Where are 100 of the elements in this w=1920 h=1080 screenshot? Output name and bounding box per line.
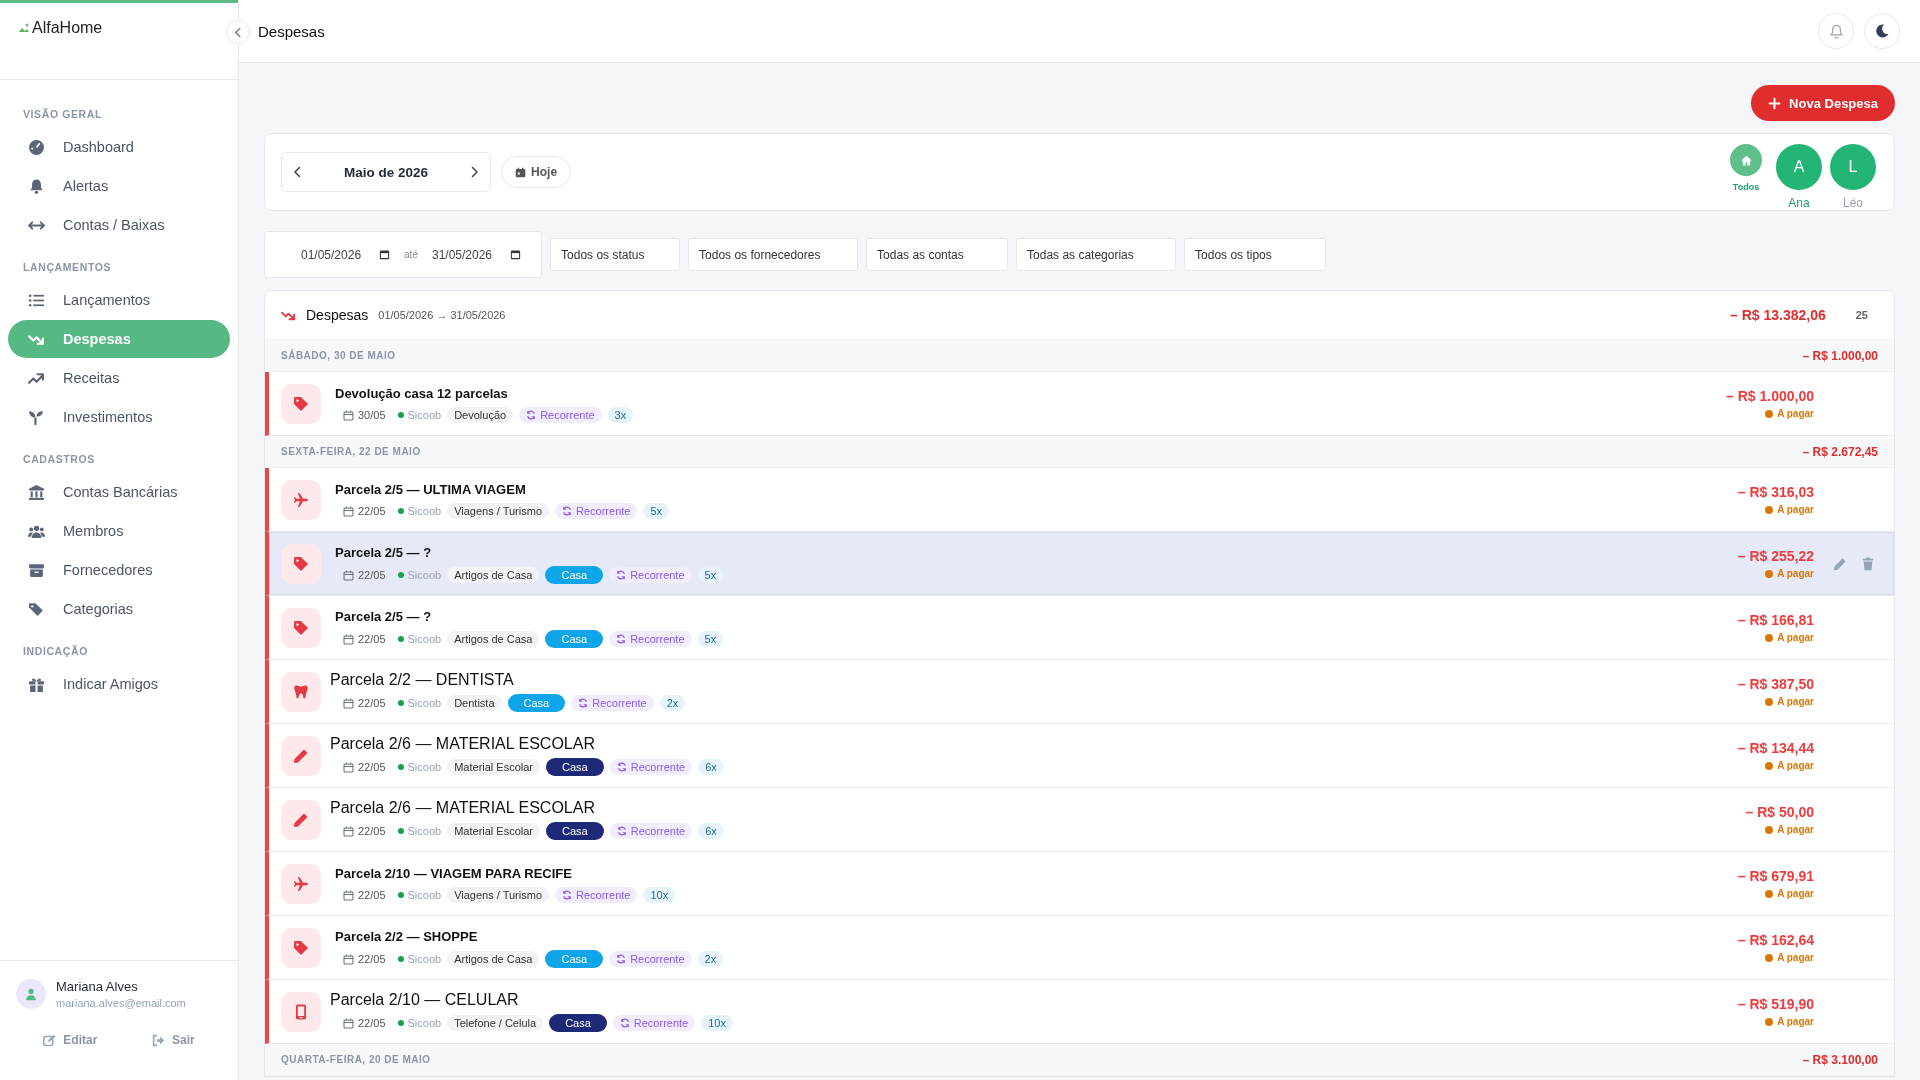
expense-amount: – R$ 134,44 bbox=[1737, 740, 1814, 756]
expense-row[interactable]: Parcela 2/5 — ? 22/05 Sicoob Artigos de Casa Casa Recorrente 5x – R$ 255,22 A pagar bbox=[265, 532, 1894, 596]
recurring-tag: Recorrente bbox=[609, 823, 693, 839]
calendar-icon bbox=[510, 249, 522, 260]
person-icon bbox=[24, 987, 38, 1001]
recurring-tag: Recorrente bbox=[609, 759, 693, 775]
nav-item[interactable]: Contas / Baixas bbox=[8, 206, 230, 244]
nav-item[interactable]: Receitas bbox=[8, 359, 230, 397]
edit-button[interactable] bbox=[1833, 556, 1847, 571]
expense-row[interactable]: Parcela 2/2 — SHOPPE 22/05 Sicoob Artigos de Casa Casa Recorrente 2x – R$ 162,64 A pagar bbox=[265, 916, 1894, 980]
expense-row[interactable]: Parcela 2/2 — DENTISTA 22/05 Sicoob Dentista Casa Recorrente 2x – R$ 387,50 A pagar bbox=[265, 660, 1894, 724]
chevron-left-icon bbox=[232, 26, 244, 38]
account-label: Sicoob bbox=[397, 953, 442, 965]
due-date: 22/05 bbox=[343, 889, 386, 901]
recurring-tag: Recorrente bbox=[519, 407, 602, 423]
filter-select[interactable]: Todos os status bbox=[550, 238, 681, 271]
calendar-icon bbox=[343, 505, 354, 517]
new-expense-button[interactable]: Nova Despesa bbox=[1751, 85, 1895, 121]
calendar-icon bbox=[343, 633, 354, 645]
plane-icon bbox=[293, 491, 309, 508]
nav-item[interactable]: Contas Bancárias bbox=[8, 473, 230, 511]
collapse-button[interactable] bbox=[226, 20, 250, 44]
sync-icon bbox=[619, 1018, 630, 1028]
expense-title: Devolução casa 12 parcelas bbox=[335, 386, 508, 401]
status-label: A pagar bbox=[1765, 952, 1814, 963]
nav-item[interactable]: Fornecedores bbox=[8, 551, 230, 589]
member-tag: Casa bbox=[546, 822, 604, 840]
notifications-button[interactable] bbox=[1818, 13, 1854, 49]
account-label: Sicoob bbox=[397, 825, 442, 837]
bell-icon bbox=[1828, 23, 1844, 39]
expense-row[interactable]: Parcela 2/6 — MATERIAL ESCOLAR 22/05 Sicoob Material Escolar Casa Recorrente 6x – R$ 134,44 A pagar bbox=[265, 724, 1894, 788]
category-tag: Material Escolar bbox=[447, 759, 541, 775]
nav-item[interactable]: Investimentos bbox=[8, 398, 230, 436]
today-button[interactable]: Hoje bbox=[501, 156, 572, 188]
sync-icon bbox=[616, 762, 627, 772]
pencil-icon bbox=[293, 811, 309, 828]
expense-row[interactable]: Devolução casa 12 parcelas 30/05 Sicoob Devolução Recorrente 3x – R$ 1.000,00 A pagar bbox=[265, 372, 1894, 436]
calendar-icon bbox=[343, 697, 354, 709]
month-label: Maio de 2026 bbox=[344, 164, 429, 180]
member-tag: Casa bbox=[549, 1014, 607, 1032]
expense-amount: – R$ 316,03 bbox=[1737, 484, 1814, 500]
tag-icon bbox=[293, 555, 309, 572]
installments-tag: 5x bbox=[697, 567, 724, 583]
recurring-tag: Recorrente bbox=[612, 1015, 696, 1031]
sync-icon bbox=[562, 890, 572, 900]
logout-icon bbox=[151, 1033, 165, 1047]
expense-row[interactable]: Parcela 2/5 — ULTIMA VIAGEM 22/05 Sicoob Viagens / Turismo Recorrente 5x – R$ 316,03 A pagar bbox=[265, 468, 1894, 532]
member-tag: Casa bbox=[546, 758, 604, 776]
installments-tag: 2x bbox=[697, 951, 724, 967]
filter-select[interactable]: Todos os tipos bbox=[1184, 238, 1327, 271]
recurring-tag: Recorrente bbox=[571, 695, 654, 711]
installments-tag: 2x bbox=[659, 695, 686, 711]
expense-row[interactable]: Parcela 2/5 — ? 22/05 Sicoob Artigos de Casa Casa Recorrente 5x – R$ 166,81 A pagar bbox=[265, 596, 1894, 660]
recurring-tag: Recorrente bbox=[609, 631, 692, 647]
date-separator: até bbox=[404, 249, 418, 260]
expense-title: Parcela 2/5 — ULTIMA VIAGEM bbox=[335, 482, 526, 497]
date-range-field[interactable]: 01/05/2026 até 31/05/2026 bbox=[264, 231, 543, 278]
sync-icon bbox=[562, 506, 572, 516]
nav-item[interactable]: Indicar Amigos bbox=[8, 665, 230, 703]
section-title: LANÇAMENTOS bbox=[22, 260, 113, 275]
expense-row[interactable]: Parcela 2/10 — CELULAR 22/05 Sicoob Telefone / Celula Casa Recorrente 10x – R$ 519,90 A pagar bbox=[265, 980, 1894, 1044]
nav-item[interactable]: Dashboard bbox=[8, 128, 230, 166]
due-date: 22/05 bbox=[343, 697, 386, 709]
date-range: 01/05/2026 → 31/05/2026 bbox=[378, 309, 506, 321]
status-label: A pagar bbox=[1765, 888, 1814, 899]
category-tag: Devolução bbox=[447, 407, 514, 423]
member-label: Léo bbox=[1843, 196, 1863, 210]
delete-button[interactable] bbox=[1861, 556, 1875, 571]
filter-select[interactable]: Todas as contas bbox=[866, 238, 1009, 271]
start-date: 01/05/2026 bbox=[301, 247, 391, 262]
expense-amount: – R$ 387,50 bbox=[1737, 676, 1814, 692]
due-date: 22/05 bbox=[343, 1017, 386, 1029]
category-tag: Material Escolar bbox=[447, 823, 541, 839]
calendar-icon bbox=[343, 569, 354, 581]
nav-item[interactable]: Lançamentos bbox=[8, 281, 230, 319]
theme-toggle[interactable] bbox=[1864, 13, 1900, 49]
nav-item[interactable]: Categorias bbox=[8, 590, 230, 628]
recurring-tag: Recorrente bbox=[609, 951, 692, 967]
filter-select[interactable]: Todos os fornecedores bbox=[688, 238, 859, 271]
sync-icon bbox=[616, 954, 627, 964]
expense-title: Parcela 2/10 — VIAGEM PARA RECIFE bbox=[335, 866, 572, 881]
item-count: 25 bbox=[1855, 309, 1868, 321]
filter-select[interactable]: Todas as categorias bbox=[1016, 238, 1177, 271]
expense-title: Parcela 2/2 — DENTISTA bbox=[330, 671, 514, 689]
category-tag: Artigos de Casa bbox=[447, 567, 540, 583]
status-label: A pagar bbox=[1765, 696, 1814, 707]
tags-icon bbox=[28, 600, 45, 618]
expense-row[interactable]: Parcela 2/10 — VIAGEM PARA RECIFE 22/05 Sicoob Viagens / Turismo Recorrente 10x – R$ 679,91 A pagar bbox=[265, 852, 1894, 916]
calendar-icon bbox=[343, 889, 354, 901]
account-label: Sicoob bbox=[397, 761, 442, 773]
calendar-icon bbox=[343, 409, 354, 421]
nav-item[interactable]: Alertas bbox=[8, 167, 230, 205]
list-title: Despesas bbox=[306, 307, 369, 323]
expense-row[interactable]: Parcela 2/6 — MATERIAL ESCOLAR 22/05 Sicoob Material Escolar Casa Recorrente 6x – R$ 50,00 A pagar bbox=[265, 788, 1894, 852]
day-header: SÁBADO, 30 DE MAIO bbox=[281, 350, 396, 361]
pencil-icon bbox=[293, 747, 309, 764]
nav-item[interactable]: Membros bbox=[8, 512, 230, 550]
calendar-icon bbox=[343, 1017, 354, 1029]
account-label: Sicoob bbox=[397, 569, 442, 581]
sync-icon bbox=[616, 634, 627, 644]
